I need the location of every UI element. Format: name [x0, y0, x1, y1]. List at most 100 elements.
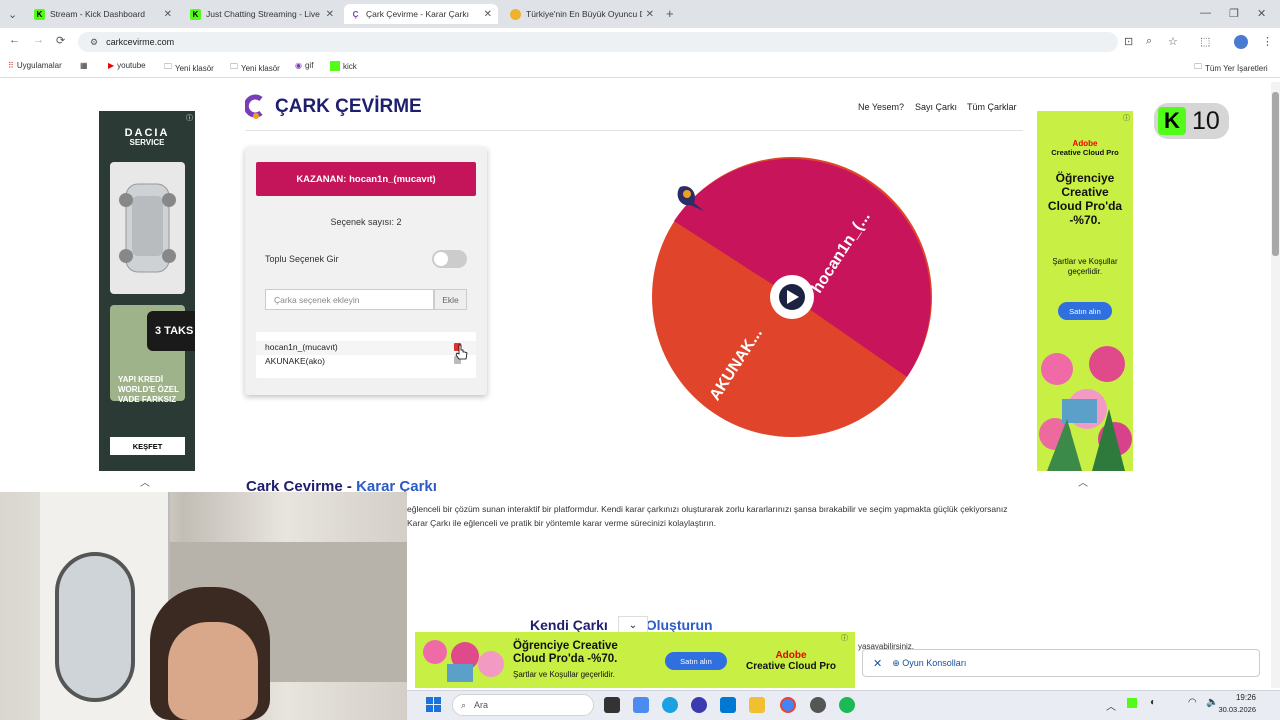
nav-link-tum-carklar[interactable]: Tüm Çarklar [967, 102, 1017, 112]
restore-icon[interactable]: ❐ [1229, 7, 1239, 20]
bookmark-label: kick [343, 61, 357, 71]
webcam-overlay [0, 492, 407, 720]
ad-close-icon[interactable]: ⓘ [186, 113, 193, 123]
game-console-link[interactable]: ⊕ Oyun Konsolları [892, 658, 966, 669]
ad-cta-button[interactable]: Satın alın [1058, 302, 1112, 320]
bookmark-apps[interactable]: ⠿ Uygulamalar [8, 61, 62, 70]
ad-cta-button[interactable]: KEŞFET [110, 437, 185, 455]
tab-label: Çark Çevirme - Karar Çarkı [366, 9, 469, 19]
store-icon[interactable] [720, 697, 736, 713]
folder-icon: 🗀 [230, 62, 238, 71]
ad-product: Creative Cloud Pro [745, 661, 837, 672]
clock-date[interactable]: 30.03.2026 [1216, 705, 1256, 714]
forward-icon[interactable]: → [33, 34, 44, 46]
kick-favicon-icon: K [190, 8, 201, 20]
page-scrollbar[interactable] [1271, 82, 1280, 688]
right-ad-banner[interactable]: Adobe Creative Cloud Pro Öğrenciye Creat… [1037, 111, 1133, 471]
task-view-icon[interactable] [604, 697, 620, 713]
obs-icon[interactable] [691, 697, 707, 713]
back-icon[interactable]: ← [9, 34, 20, 46]
bookmark-star-icon[interactable]: ☆ [1168, 35, 1178, 48]
install-app-icon[interactable]: ⊡ [1124, 35, 1133, 48]
bookmark-label: Yeni klasör [175, 63, 214, 73]
extensions-icon[interactable]: ⬚ [1200, 35, 1210, 48]
close-icon[interactable]: ✕ [873, 657, 882, 670]
option-item[interactable]: hocan1n_(mucavıt) [265, 342, 338, 352]
option-input[interactable]: Çarka seçenek ekleyin [265, 289, 434, 310]
zoom-icon[interactable]: ⌕ [1146, 35, 1152, 48]
ad-close-icon[interactable]: ⓘ [841, 633, 848, 643]
clock-time[interactable]: 19:26 [1226, 693, 1256, 702]
ad-headline: Öğrenciye Creative Cloud Pro'da -%70. [513, 640, 618, 665]
kick-logo-icon: K [1158, 107, 1186, 135]
bookmark-folder-1[interactable]: 🗀 Yeni klasör [164, 61, 214, 75]
bookmark-gif[interactable]: ◉ gif [295, 61, 313, 70]
nav-link-sayi-carki[interactable]: Sayı Çarkı [915, 102, 957, 112]
bookmark-kick[interactable]: kick [330, 61, 357, 71]
ad-close-icon[interactable]: ⓘ [1123, 113, 1130, 123]
bulk-input-toggle[interactable] [432, 250, 467, 268]
tray-kick-icon[interactable] [1127, 698, 1137, 708]
bookmark-all[interactable]: 🗀 Tüm Yer İşaretleri [1194, 61, 1268, 75]
kick-follower-badge: K 10 [1154, 103, 1229, 139]
game-console-bar[interactable]: ✕ ⊕ Oyun Konsolları [862, 649, 1260, 677]
tab-list-icon[interactable]: ⌄ [8, 8, 17, 21]
ad-terms: Şartlar ve Koşullar geçerlidir. [1052, 257, 1118, 276]
tab-cark-cevirme[interactable]: Ç Çark Çevirme - Karar Çarkı ✕ [344, 4, 498, 24]
flower-illustration-icon [423, 640, 504, 682]
scrollbar-thumb[interactable] [1272, 92, 1279, 256]
left-ad-banner[interactable]: DACIA SERVICE 3 TAKS YAPI KREDİ WORLD'E … [99, 111, 195, 471]
game-console-label: Oyun Konsolları [902, 657, 967, 668]
bookmark-youtube[interactable]: ▶ youtube [108, 61, 146, 70]
search-icon: ⌕ [461, 699, 467, 710]
new-tab-icon[interactable]: + [666, 6, 674, 21]
chevron-up-icon[interactable]: ︿ [1106, 698, 1116, 713]
bookmark-grid[interactable]: ▦ [80, 61, 88, 70]
profile-avatar[interactable] [1234, 35, 1248, 49]
site-logo[interactable]: ÇARK ÇEVİRME [245, 94, 422, 120]
minimize-icon[interactable]: — [1200, 7, 1211, 19]
ad-cta-button[interactable]: Satın alın [665, 652, 727, 670]
wifi-icon[interactable]: ◠ [1188, 697, 1197, 708]
collapse-ad-icon[interactable]: ︿ [140, 474, 150, 489]
car-chassis-icon [119, 183, 176, 273]
cark-favicon-icon: Ç [352, 9, 359, 19]
app-icon[interactable] [810, 697, 826, 713]
tab-label: Türkiye'nin En Büyük Oyuncu D [526, 9, 642, 19]
edge-icon[interactable] [662, 697, 678, 713]
folder-icon: 🗀 [1194, 62, 1202, 71]
taskbar-search[interactable]: ⌕ Ara [452, 694, 594, 716]
option-item[interactable]: AKUNAKE(ako) [265, 356, 325, 366]
wheel-logo-icon [245, 94, 263, 119]
reload-icon[interactable]: ⟳ [56, 34, 65, 47]
tab-kick-dashboard[interactable]: K Stream - Kick Dashboard ✕ [28, 4, 178, 24]
apps-grid-icon: ⠿ [8, 61, 14, 70]
nav-link-ne-yesem[interactable]: Ne Yesem? [858, 102, 904, 112]
close-icon[interactable]: ✕ [164, 9, 172, 20]
add-option-button[interactable]: Ekle [434, 289, 467, 310]
windows-start-icon[interactable] [426, 697, 441, 712]
menu-icon[interactable]: ⋮ [1262, 35, 1273, 48]
bottom-ad-banner[interactable]: Öğrenciye Creative Cloud Pro'da -%70. Şa… [415, 632, 855, 688]
file-explorer-icon[interactable] [749, 697, 765, 713]
spotify-icon[interactable] [839, 697, 855, 713]
window-close-icon[interactable]: ✕ [1257, 7, 1266, 20]
bookmark-label: Yeni klasör [241, 63, 280, 73]
collapse-ad-icon[interactable]: ︿ [1078, 474, 1088, 489]
search-label: Ara [474, 700, 489, 710]
close-icon[interactable]: ✕ [484, 9, 492, 20]
tab-turkiye[interactable]: Türkiye'nin En Büyük Oyuncu D ✕ [504, 4, 660, 24]
address-bar[interactable]: ⚙ carkcevirme.com [78, 32, 1118, 52]
options-list [256, 332, 476, 378]
bookmark-folder-2[interactable]: 🗀 Yeni klasör [230, 61, 280, 75]
tab-just-chatting[interactable]: K Just Chatting Streaming - Live ✕ [184, 4, 340, 24]
close-icon[interactable]: ✕ [326, 9, 334, 20]
chrome-icon[interactable] [780, 697, 796, 713]
app-icon[interactable] [633, 697, 649, 713]
spin-wheel[interactable]: hocan1n_(... AKUNAK... [640, 145, 945, 450]
close-icon[interactable]: ✕ [646, 9, 654, 20]
site-info-icon[interactable]: ⚙ [90, 37, 98, 48]
pointer-dot-icon [683, 190, 691, 198]
mouse-cursor-icon [455, 344, 468, 360]
tray-icon[interactable]: ◐ [1150, 697, 1156, 708]
